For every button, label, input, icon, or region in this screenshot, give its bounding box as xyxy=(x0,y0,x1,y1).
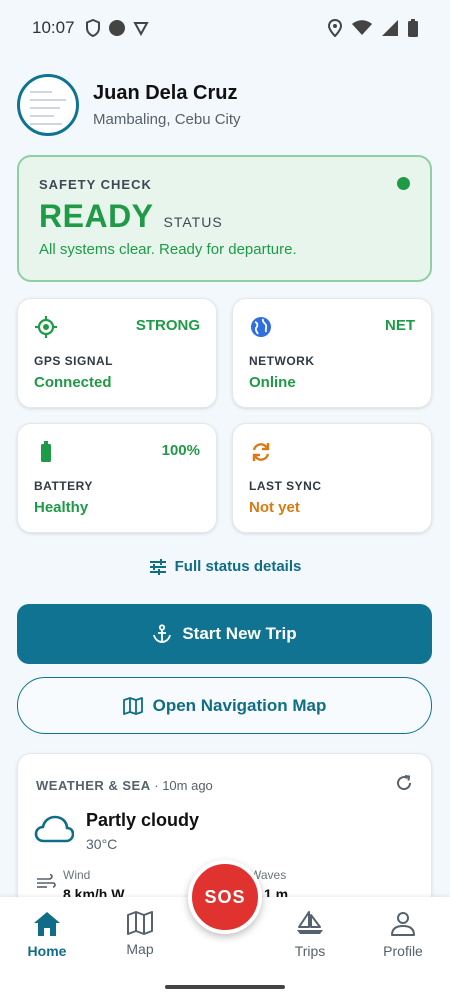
avatar[interactable] xyxy=(17,74,79,136)
gps-caption: GPS SIGNAL xyxy=(34,354,114,368)
battery-status-icon xyxy=(408,19,418,37)
nav-profile-label: Profile xyxy=(383,943,423,959)
last-sync-tile[interactable]: LAST SYNC Not yet xyxy=(232,423,432,533)
partly-cloudy-icon xyxy=(34,815,74,843)
network-state: Online xyxy=(249,374,296,391)
wind-label: Wind xyxy=(63,868,91,882)
ready-indicator-dot xyxy=(397,177,410,190)
safety-message: All systems clear. Ready for departure. xyxy=(39,241,297,258)
weather-updated: · 10m ago xyxy=(154,778,213,793)
sailboat-icon xyxy=(297,911,323,934)
open-map-label: Open Navigation Map xyxy=(152,695,327,715)
nav-trips-label: Trips xyxy=(294,943,326,959)
battery-tile[interactable]: 100% BATTERY Healthy xyxy=(17,423,217,533)
safety-check-card: SAFETY CHECK READY STATUS All systems cl… xyxy=(17,155,432,282)
nav-profile[interactable]: Profile xyxy=(363,911,443,959)
wind-icon xyxy=(37,874,56,888)
gesture-handle[interactable] xyxy=(165,985,285,989)
globe-icon xyxy=(251,317,271,337)
profile-header: Juan Dela Cruz Mambaling, Cebu City xyxy=(17,74,241,136)
safety-status-label: STATUS xyxy=(163,214,223,230)
weather-header: WEATHER & SEA · 10m ago xyxy=(36,778,213,793)
shield-icon xyxy=(85,19,100,37)
start-trip-label: Start New Trip xyxy=(182,624,297,643)
network-type: NET xyxy=(385,317,415,334)
safety-status-value: READY xyxy=(39,198,154,234)
nav-trips[interactable]: Trips xyxy=(270,911,350,959)
map-icon xyxy=(127,911,153,935)
sync-icon xyxy=(252,443,270,461)
network-caption: NETWORK xyxy=(249,354,315,368)
notification-dot-icon xyxy=(108,20,125,36)
refresh-icon[interactable] xyxy=(395,774,413,792)
network-tile[interactable]: NET NETWORK Online xyxy=(232,298,432,408)
home-icon xyxy=(34,912,60,936)
battery-state: Healthy xyxy=(34,499,89,516)
anchor-icon xyxy=(153,624,172,643)
weather-temperature: 30°C xyxy=(86,836,118,852)
nav-home[interactable]: Home xyxy=(7,911,87,959)
sos-button[interactable]: SOS xyxy=(188,860,262,934)
sos-label: SOS xyxy=(204,886,246,907)
tune-icon xyxy=(149,558,166,575)
sync-caption: LAST SYNC xyxy=(249,479,322,493)
status-time: 10:07 xyxy=(32,18,75,37)
battery-icon xyxy=(41,441,51,462)
gps-strength: STRONG xyxy=(135,317,200,334)
map-icon xyxy=(122,696,143,715)
nav-map-label: Map xyxy=(126,941,154,957)
vpn-icon xyxy=(132,22,149,36)
nav-map[interactable]: Map xyxy=(100,911,180,957)
cell-signal-icon xyxy=(382,20,398,36)
full-status-label: Full status details xyxy=(174,558,302,575)
wifi-icon xyxy=(352,20,372,35)
gps-target-icon xyxy=(35,316,57,338)
start-new-trip-button[interactable]: Start New Trip xyxy=(17,604,432,664)
person-icon xyxy=(391,912,415,936)
nav-home-label: Home xyxy=(27,943,67,959)
status-bar: 10:07 xyxy=(0,0,450,56)
open-navigation-map-button[interactable]: Open Navigation Map xyxy=(17,677,432,734)
gps-signal-tile[interactable]: STRONG GPS SIGNAL Connected xyxy=(17,298,217,408)
weather-condition: Partly cloudy xyxy=(86,810,200,830)
location-icon xyxy=(328,19,342,37)
user-location: Mambaling, Cebu City xyxy=(93,111,241,128)
full-status-details-link[interactable]: Full status details xyxy=(0,558,450,575)
battery-caption: BATTERY xyxy=(34,479,93,493)
weather-title: WEATHER & SEA xyxy=(36,778,151,793)
gps-state: Connected xyxy=(34,374,112,391)
sync-state: Not yet xyxy=(249,499,300,516)
safety-check-label: SAFETY CHECK xyxy=(39,177,152,192)
user-name: Juan Dela Cruz xyxy=(93,82,238,104)
battery-level: 100% xyxy=(161,442,200,459)
